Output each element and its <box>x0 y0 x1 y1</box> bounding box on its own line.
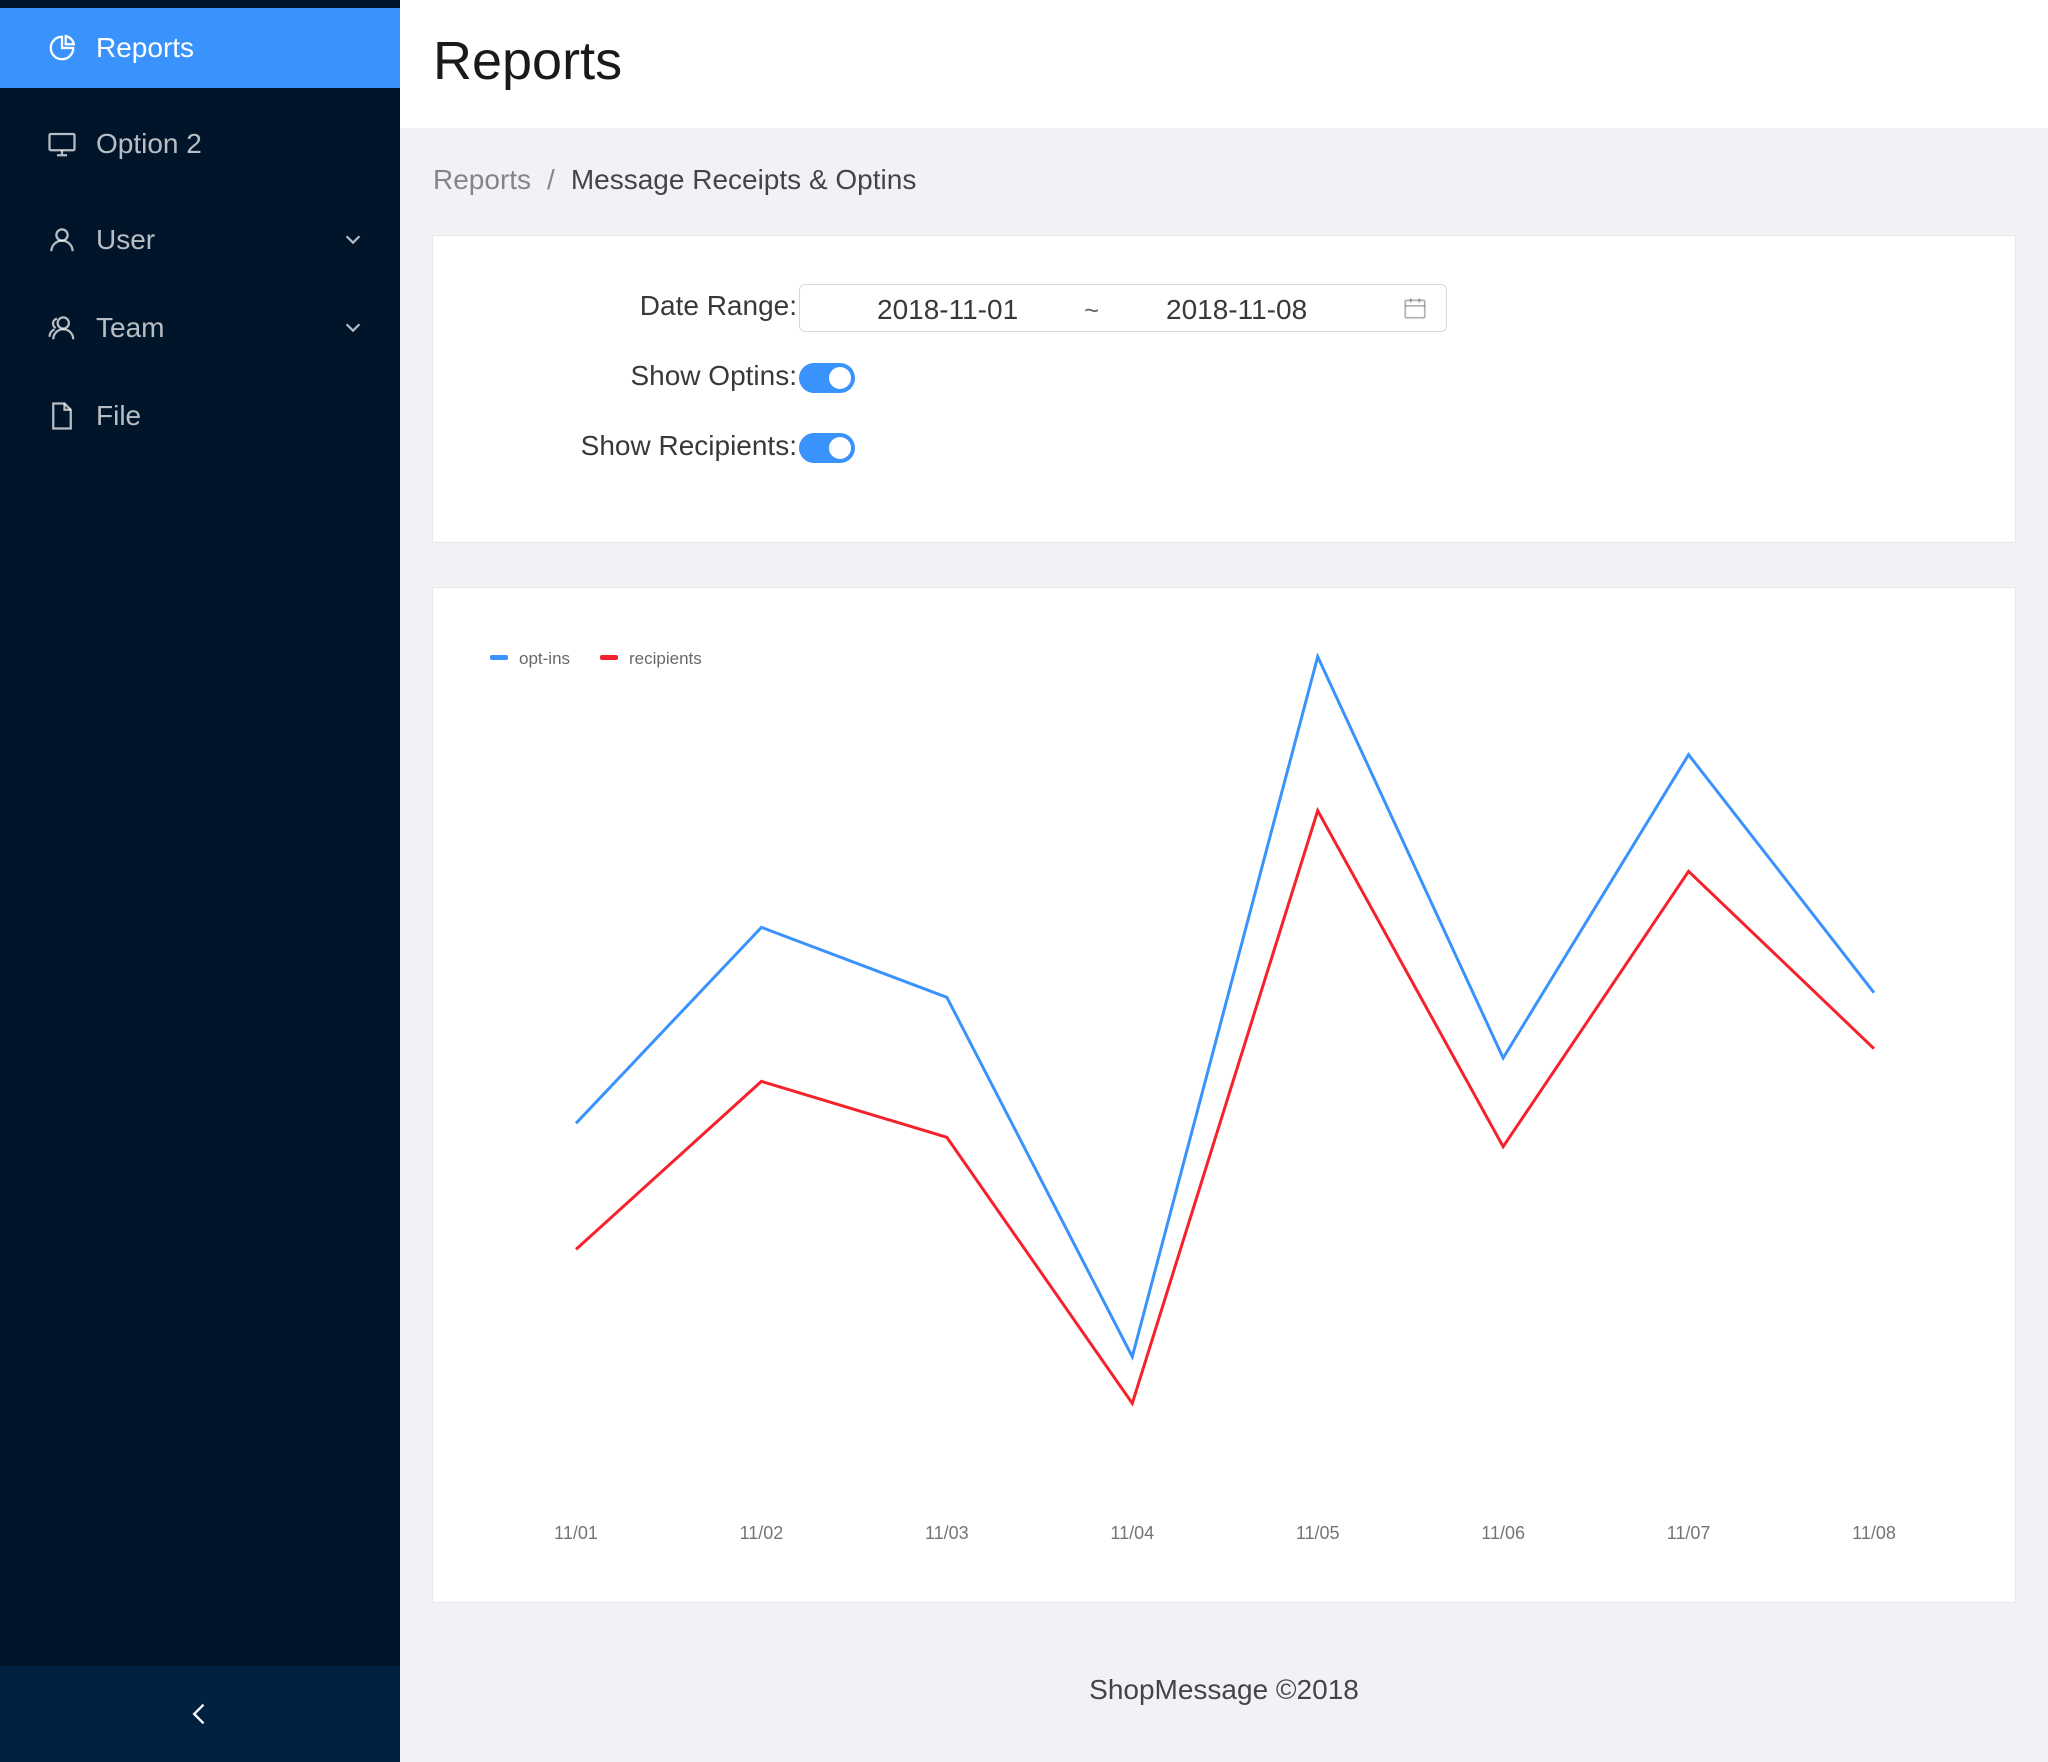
sidebar-item-label: User <box>96 224 156 255</box>
page-header: Reports <box>400 0 2048 128</box>
legend-label-opt-ins[interactable]: opt-ins <box>519 649 570 668</box>
team-icon <box>46 312 78 344</box>
legend-label-recipients[interactable]: recipients <box>629 649 702 668</box>
desktop-icon <box>46 128 78 160</box>
date-range-label: Date Range: <box>639 290 797 321</box>
file-icon <box>46 400 78 432</box>
sidebar-item-team[interactable]: Team <box>0 288 400 368</box>
range-separator: ~ <box>1084 295 1100 325</box>
filter-card: Date Range: 2018-11-01 ~ 2018-11-08 Show… <box>432 235 2016 543</box>
pie-chart-icon <box>46 32 78 64</box>
user-icon <box>46 224 78 256</box>
breadcrumb-root[interactable]: Reports <box>433 164 531 196</box>
series-line-recipients <box>574 806 1876 1407</box>
sidebar-collapse-button[interactable] <box>0 1666 400 1762</box>
x-tick-label: 11/08 <box>1852 1523 1896 1543</box>
x-tick-label: 11/03 <box>925 1523 969 1543</box>
show-recipients-label: Show Recipients: <box>580 430 797 461</box>
page-title: Reports <box>433 31 623 91</box>
x-tick-label: 11/01 <box>554 1523 598 1543</box>
chart-card: opt-ins recipients 11/01 11/02 11/03 11/04 11/… <box>432 587 2016 1603</box>
series-line-opt-ins <box>574 652 1876 1361</box>
x-tick-label: 11/02 <box>740 1523 784 1543</box>
breadcrumb: Reports / Message Receipts & Optins <box>433 164 916 196</box>
x-tick-label: 11/04 <box>1110 1523 1154 1543</box>
sidebar-item-user[interactable]: User <box>0 200 400 280</box>
calendar-icon <box>1404 298 1426 319</box>
x-tick-label: 11/06 <box>1481 1523 1525 1543</box>
sidebar-item-label: Option 2 <box>96 128 202 159</box>
breadcrumb-current: Message Receipts & Optins <box>570 164 917 195</box>
line-chart: opt-ins recipients 11/01 11/02 11/03 11/04 11/… <box>490 649 1896 1543</box>
end-date-input[interactable]: 2018-11-08 <box>1166 294 1307 326</box>
sidebar-item-label: Reports <box>96 32 195 63</box>
sidebar-item-label: Team <box>96 312 165 343</box>
toggle-knob <box>829 367 851 389</box>
show-optins-label: Show Optins: <box>630 360 797 391</box>
show-optins-toggle[interactable] <box>799 363 855 393</box>
sidebar-item-file[interactable]: File <box>0 376 400 456</box>
chevron-down-icon <box>345 235 361 245</box>
breadcrumb-separator: / <box>547 164 555 195</box>
date-range-picker[interactable]: 2018-11-01 ~ 2018-11-08 <box>799 284 1447 332</box>
sidebar-item-reports[interactable]: Reports <box>0 8 400 88</box>
sidebar-item-option-2[interactable]: Option 2 <box>0 104 400 184</box>
chevron-left-icon <box>192 1703 205 1725</box>
legend-swatch-recipients <box>600 655 618 660</box>
sidebar: Reports Option 2 User Team File <box>0 0 400 1762</box>
x-tick-label: 11/05 <box>1296 1523 1340 1543</box>
start-date-input[interactable]: 2018-11-01 <box>877 294 1018 326</box>
x-tick-label: 11/07 <box>1667 1523 1711 1543</box>
sidebar-item-label: File <box>96 400 142 431</box>
legend-swatch-opt-ins <box>490 655 508 660</box>
toggle-knob <box>829 437 851 459</box>
chevron-down-icon <box>345 323 361 333</box>
footer: ShopMessage ©2018 <box>1089 1674 1359 1705</box>
show-recipients-toggle[interactable] <box>799 433 855 463</box>
